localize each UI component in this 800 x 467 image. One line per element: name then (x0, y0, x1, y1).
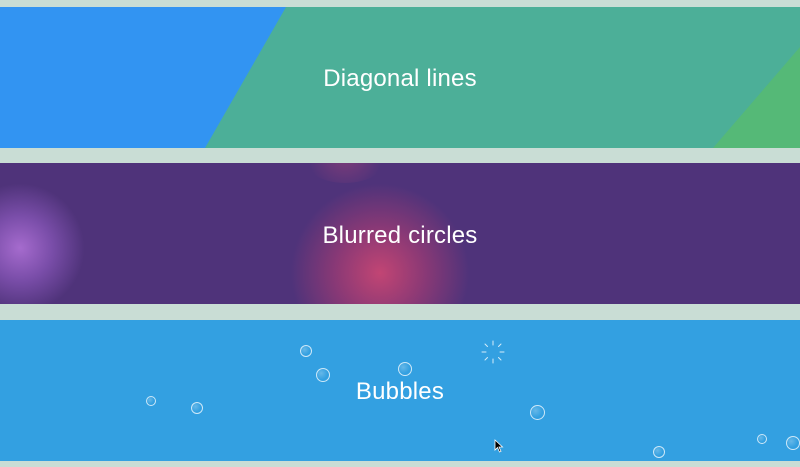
bubble (530, 405, 545, 420)
diagonal-lines-label: Diagonal lines (323, 65, 477, 92)
bubble (300, 345, 312, 357)
blurred-circles-panel: Blurred circles (0, 163, 800, 304)
diagonal-lines-panel: Diagonal lines (0, 7, 800, 148)
blurred-circles-label: Blurred circles (322, 222, 478, 249)
bubbles-label: Bubbles (355, 378, 445, 405)
bubbles-panel: Bubbles (0, 320, 800, 461)
bubble (653, 446, 665, 458)
mouse-pointer-icon (494, 439, 504, 453)
blurred-circle-top (300, 163, 390, 183)
bubble (757, 434, 767, 444)
bubble-pop-burst (481, 340, 505, 364)
bubble (398, 362, 412, 376)
bubble (786, 436, 800, 450)
